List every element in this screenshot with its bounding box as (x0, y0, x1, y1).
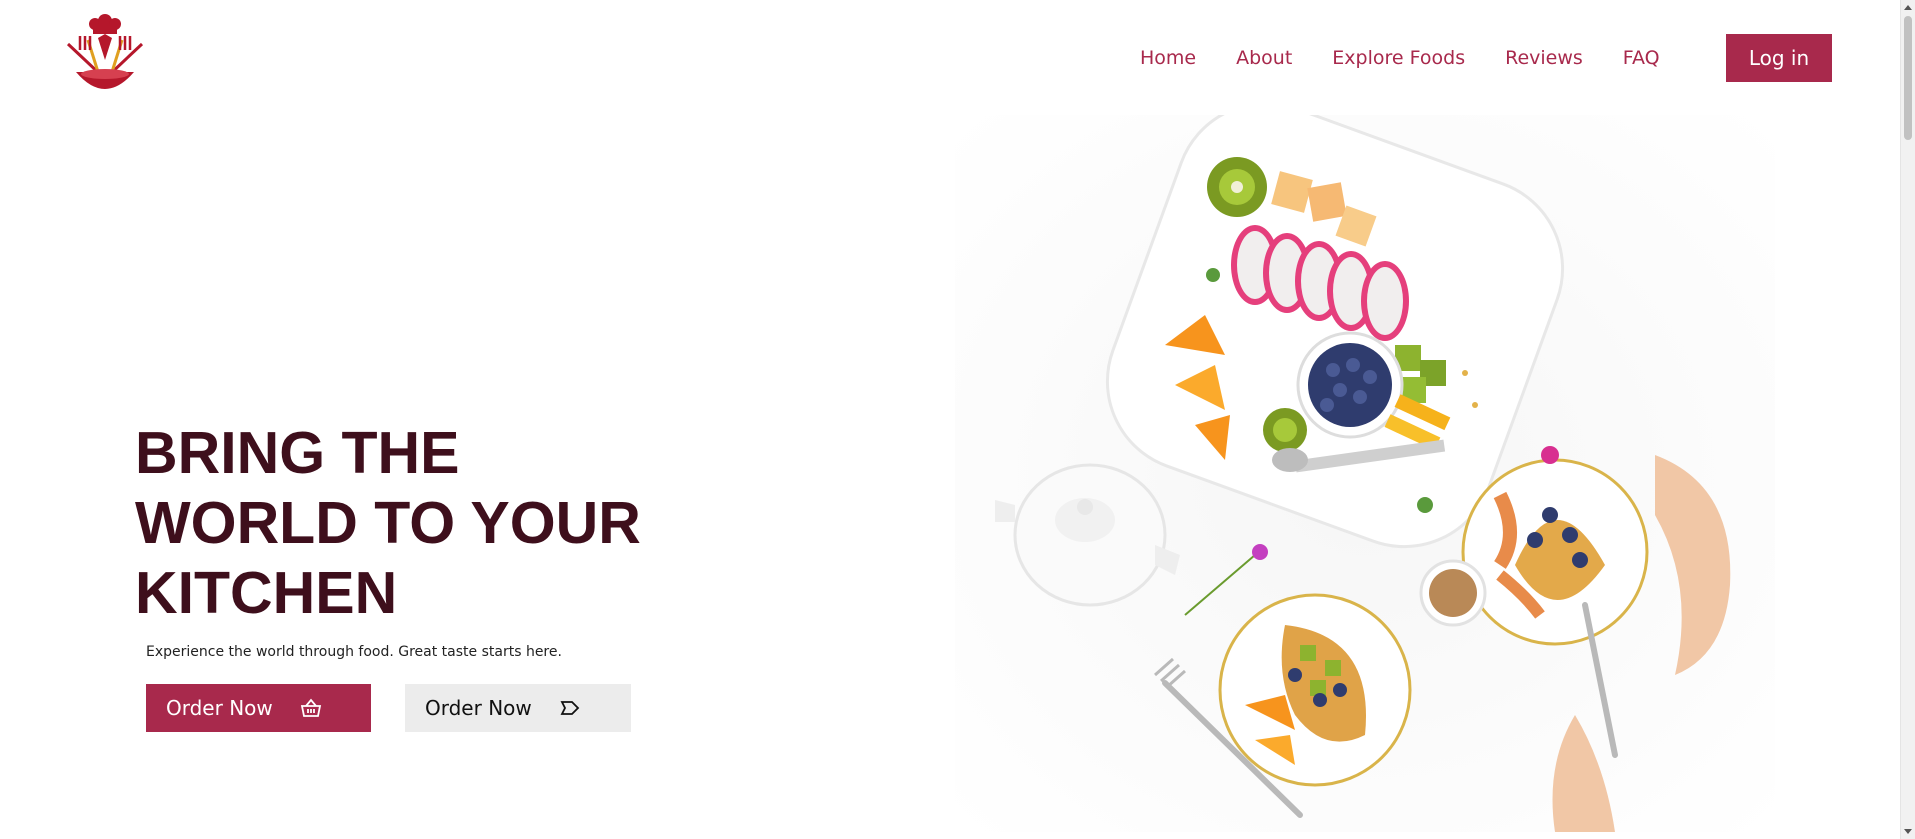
hero-title-line-2: WORLD TO YOUR (135, 490, 641, 556)
landing-page: Home About Explore Foods Reviews FAQ Log… (0, 0, 1915, 839)
order-now-button[interactable]: Order Now (146, 684, 371, 732)
main-nav: Home About Explore Foods Reviews FAQ (1140, 34, 1700, 82)
hero-title: BRING THE WORLD TO YOUR KITCHEN (135, 418, 695, 628)
hero-title-line-3: KITCHEN (135, 560, 398, 626)
nav-reviews[interactable]: Reviews (1505, 47, 1583, 69)
login-button[interactable]: Log in (1726, 34, 1832, 82)
nav-about[interactable]: About (1236, 47, 1292, 69)
hero-subtitle: Experience the world through food. Great… (146, 644, 562, 660)
scroll-down-arrow-icon[interactable] (1904, 829, 1912, 834)
scroll-up-arrow-icon[interactable] (1904, 5, 1912, 10)
basket-icon (299, 696, 323, 720)
food-platter-photo (955, 101, 1775, 832)
order-now-secondary-button[interactable]: Order Now (405, 684, 631, 732)
order-now-label: Order Now (166, 696, 273, 720)
scroll-thumb[interactable] (1904, 16, 1912, 140)
nav-faq[interactable]: FAQ (1623, 47, 1660, 69)
nav-explore-foods[interactable]: Explore Foods (1332, 47, 1465, 69)
order-now-secondary-label: Order Now (425, 696, 532, 720)
page-scrollbar[interactable] (1900, 0, 1915, 839)
tag-icon (558, 696, 582, 720)
nav-home[interactable]: Home (1140, 47, 1196, 69)
hero-title-line-1: BRING THE (135, 420, 460, 486)
chef-bowl-logo-icon[interactable] (58, 14, 152, 98)
